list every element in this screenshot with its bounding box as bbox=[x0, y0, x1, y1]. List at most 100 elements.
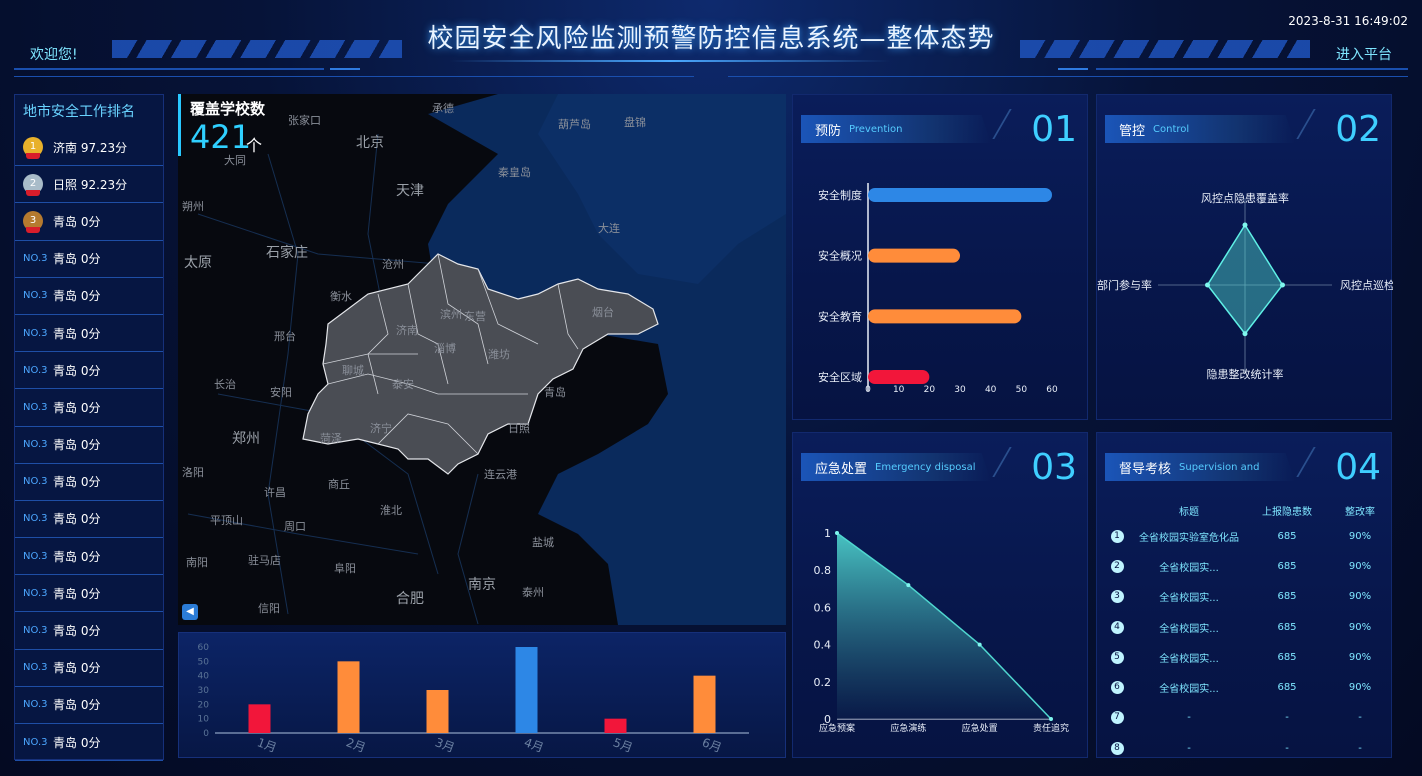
city-label: 大连 bbox=[598, 222, 620, 235]
monthly-bar-chart: 0 10 20 30 40 50 60 1月 2月 3月 4月 5月 6月 bbox=[198, 643, 749, 755]
ribbon-icon bbox=[26, 227, 40, 234]
ranking-item[interactable]: NO.3 青岛 0分 bbox=[15, 575, 163, 613]
control-panel: 管控 Control 02 风控点隐患覆盖率风控点巡检率隐患整改统计率部门参与率 bbox=[1096, 94, 1393, 420]
city-label: 大同 bbox=[224, 154, 246, 167]
city-label: 安阳 bbox=[270, 386, 292, 399]
bar bbox=[868, 248, 960, 263]
ranking-label: 青岛 0分 bbox=[53, 624, 101, 639]
map-locate-icon[interactable]: ◀ bbox=[182, 604, 198, 620]
map-canvas[interactable] bbox=[178, 94, 786, 625]
ranking-item[interactable]: NO.3 青岛 0分 bbox=[15, 724, 163, 762]
index-badge: 5 bbox=[1110, 650, 1124, 664]
table-cell: 685 bbox=[1277, 682, 1297, 694]
y-tick-label: 40 bbox=[198, 672, 210, 682]
x-tick-label: 4月 bbox=[522, 735, 545, 755]
city-label: 朔州 bbox=[182, 200, 204, 213]
city-label: 聊城 bbox=[342, 364, 364, 377]
city-label: 太原 bbox=[184, 255, 212, 271]
y-tick-label: 0.2 bbox=[814, 676, 832, 689]
city-label: 济南 bbox=[396, 324, 418, 337]
header-line bbox=[330, 68, 360, 70]
table-cell: 90% bbox=[1348, 591, 1372, 603]
ranking-item[interactable]: 3 青岛 0分 bbox=[15, 203, 163, 241]
x-tick-label: 30 bbox=[954, 385, 966, 395]
table-cell: - bbox=[1285, 712, 1289, 724]
table-cell: 90% bbox=[1348, 651, 1372, 663]
enter-platform-link[interactable]: 进入平台 bbox=[1336, 44, 1392, 64]
ranking-label: 日照 92.23分 bbox=[53, 177, 128, 192]
bar bbox=[604, 718, 627, 733]
ranking-item[interactable]: 1 济南 97.23分 bbox=[15, 129, 163, 167]
ranking-item[interactable]: 2 日照 92.23分 bbox=[15, 166, 163, 204]
rank-number: NO.3 bbox=[23, 587, 48, 599]
rank-number: NO.3 bbox=[23, 699, 48, 711]
ranking-item[interactable]: NO.3 青岛 0分 bbox=[15, 315, 163, 353]
cover-label: 覆盖学校数 bbox=[190, 100, 266, 118]
ranking-item[interactable]: NO.3 青岛 0分 bbox=[15, 427, 163, 464]
rank-number: NO.3 bbox=[23, 290, 48, 302]
ranking-item[interactable]: NO.3 青岛 0分 bbox=[15, 687, 163, 724]
ranking-item[interactable]: NO.3 青岛 0分 bbox=[15, 278, 163, 315]
area-fill bbox=[837, 533, 1051, 719]
medal-icon: 1 bbox=[23, 137, 43, 160]
bar bbox=[868, 188, 1052, 202]
ranking-item[interactable]: NO.3 青岛 0分 bbox=[15, 352, 163, 390]
city-label: 秦皇岛 bbox=[498, 166, 531, 179]
radar-point bbox=[1242, 331, 1248, 337]
city-label: 东营 bbox=[464, 310, 486, 323]
header-line bbox=[14, 68, 324, 70]
city-label: 盐城 bbox=[532, 536, 554, 549]
y-tick-label: 30 bbox=[198, 686, 210, 696]
ribbon-icon bbox=[26, 190, 40, 197]
city-label: 信阳 bbox=[258, 602, 280, 615]
x-tick-label: 应急处置 bbox=[962, 722, 998, 734]
radar-point bbox=[1280, 282, 1285, 288]
city-label: 南阳 bbox=[186, 556, 208, 569]
map[interactable]: 覆盖学校数 421 个 承德 张家口 葫芦岛 盘锦 北京 大同 秦皇岛 天津 朔州 大连 太原 石家庄… bbox=[178, 94, 786, 625]
table-cell: 全省校园实验室危化品 bbox=[1139, 532, 1239, 544]
city-label: 北京 bbox=[356, 135, 384, 151]
index-badge: 6 bbox=[1110, 681, 1124, 695]
ranking-label: 青岛 0分 bbox=[53, 363, 101, 378]
table-row[interactable]: 4 全省校园实... 685 90% bbox=[1105, 612, 1395, 642]
city-label: 合肥 bbox=[396, 591, 424, 607]
table-row[interactable]: 1 全省校园实验室危化品 685 90% bbox=[1105, 521, 1395, 551]
table-cell: 全省校园实... bbox=[1159, 684, 1219, 696]
ranking-item[interactable]: NO.3 青岛 0分 bbox=[15, 389, 163, 427]
area-point bbox=[906, 583, 911, 588]
ranking-item[interactable]: NO.3 青岛 0分 bbox=[15, 612, 163, 650]
ranking-label: 青岛 0分 bbox=[53, 214, 101, 229]
city-label: 连云港 bbox=[484, 468, 517, 481]
supervision-tag: 督导考核 Supervision and bbox=[1105, 453, 1295, 481]
ranking-item[interactable]: NO.3 青岛 0分 bbox=[15, 464, 163, 501]
table-row[interactable]: 7 - - - bbox=[1105, 703, 1395, 733]
city-label: 邢台 bbox=[274, 330, 296, 343]
ranking-item[interactable]: NO.3 青岛 0分 bbox=[15, 501, 163, 539]
table-row[interactable]: 2 全省校园实... 685 90% bbox=[1105, 551, 1395, 581]
table-cell: - bbox=[1187, 712, 1191, 724]
ranking-item[interactable]: NO.3 青岛 0分 bbox=[15, 241, 163, 278]
x-tick-label: 6月 bbox=[700, 735, 723, 755]
city-label: 淮北 bbox=[380, 504, 402, 517]
index-badge: 2 bbox=[1110, 559, 1124, 573]
row-index: 5 bbox=[1105, 650, 1129, 664]
y-tick-label: 50 bbox=[198, 657, 210, 667]
ranking-title: 地市安全工作排名 bbox=[23, 104, 135, 120]
table-row[interactable]: 3 全省校园实... 685 90% bbox=[1105, 582, 1395, 612]
category-label: 安全概况 bbox=[818, 249, 862, 263]
row-index: 4 bbox=[1105, 620, 1129, 634]
table-row[interactable]: 6 全省校园实... 685 90% bbox=[1105, 672, 1395, 702]
ranking-label: 青岛 0分 bbox=[53, 549, 101, 564]
radar-point bbox=[1205, 282, 1210, 288]
y-tick-label: 0.8 bbox=[814, 564, 832, 577]
rank-number: NO.3 bbox=[23, 736, 48, 748]
cover-unit: 个 bbox=[246, 136, 263, 155]
table-row[interactable]: 8 - - - bbox=[1105, 733, 1395, 763]
ranking-item[interactable]: NO.3 青岛 0分 bbox=[15, 650, 163, 687]
header-line bbox=[728, 76, 1408, 77]
city-label: 天津 bbox=[396, 183, 424, 199]
table-row[interactable]: 5 全省校园实... 685 90% bbox=[1105, 642, 1395, 672]
y-tick-label: 0 bbox=[203, 729, 209, 739]
city-label: 衡水 bbox=[330, 290, 352, 303]
ranking-item[interactable]: NO.3 青岛 0分 bbox=[15, 538, 163, 576]
